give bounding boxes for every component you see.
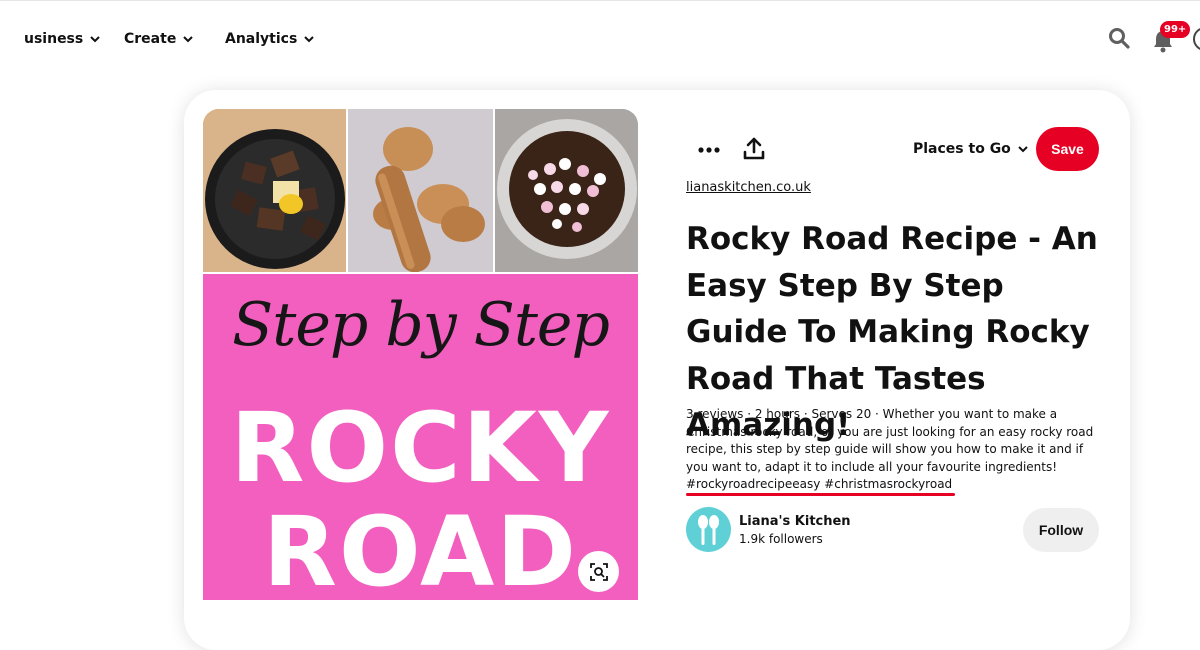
photo-biscuits-rolling-pin [348, 109, 493, 272]
save-button[interactable]: Save [1036, 127, 1099, 171]
nav-analytics-label: Analytics [225, 31, 298, 47]
share-icon[interactable] [742, 136, 766, 162]
search-icon[interactable] [1108, 27, 1130, 49]
nav-analytics-menu[interactable]: Analytics [225, 31, 315, 47]
red-annotation-underline [686, 493, 955, 496]
hashtag-link[interactable]: #rockyroadrecipeeasy [686, 477, 820, 491]
photo-strip [203, 109, 638, 272]
board-select-dropdown[interactable]: Places to Go [913, 141, 1029, 157]
nav-business-label: usiness [24, 31, 84, 47]
user-avatar[interactable] [1193, 27, 1200, 51]
creator-name[interactable]: Liana's Kitchen [739, 514, 851, 529]
pin-description: 3 reviews · 2 hours · Serves 20 · Whethe… [686, 406, 1106, 494]
image-script-text: Step by Step [232, 290, 610, 360]
visual-search-button[interactable] [578, 551, 619, 592]
chevron-down-icon [183, 36, 194, 43]
pin-image[interactable]: Step by Step ROCKY ROAD [203, 109, 638, 600]
creator-followers: 1.9k followers [739, 532, 823, 546]
spoon-logo-icon [698, 515, 719, 545]
more-options-icon[interactable] [696, 138, 722, 162]
pink-title-panel: Step by Step ROCKY ROAD [203, 274, 638, 600]
nav-create-label: Create [124, 31, 177, 47]
top-navigation: usiness Create Analytics 99+ [0, 0, 1200, 78]
image-big-text-line1: ROCKY [230, 392, 611, 504]
chevron-down-icon [304, 36, 315, 43]
photo-marshmallow-bowl [495, 109, 638, 272]
hashtag-link[interactable]: #christmasrockyroad [824, 477, 952, 491]
lens-search-icon [589, 562, 608, 581]
image-big-text-line2: ROAD [263, 496, 578, 600]
nav-business-menu[interactable]: usiness [24, 31, 101, 47]
description-text: 3 reviews · 2 hours · Serves 20 · Whethe… [686, 407, 1094, 474]
chevron-down-icon [1018, 146, 1028, 153]
follow-button[interactable]: Follow [1023, 508, 1099, 552]
nav-create-menu[interactable]: Create [124, 31, 194, 47]
board-select-label: Places to Go [913, 141, 1011, 157]
source-link[interactable]: lianaskitchen.co.uk [686, 180, 811, 195]
photo-chocolate-pan [203, 109, 346, 272]
creator-avatar[interactable] [686, 507, 731, 552]
notification-badge: 99+ [1160, 21, 1191, 38]
chevron-down-icon [90, 36, 100, 43]
